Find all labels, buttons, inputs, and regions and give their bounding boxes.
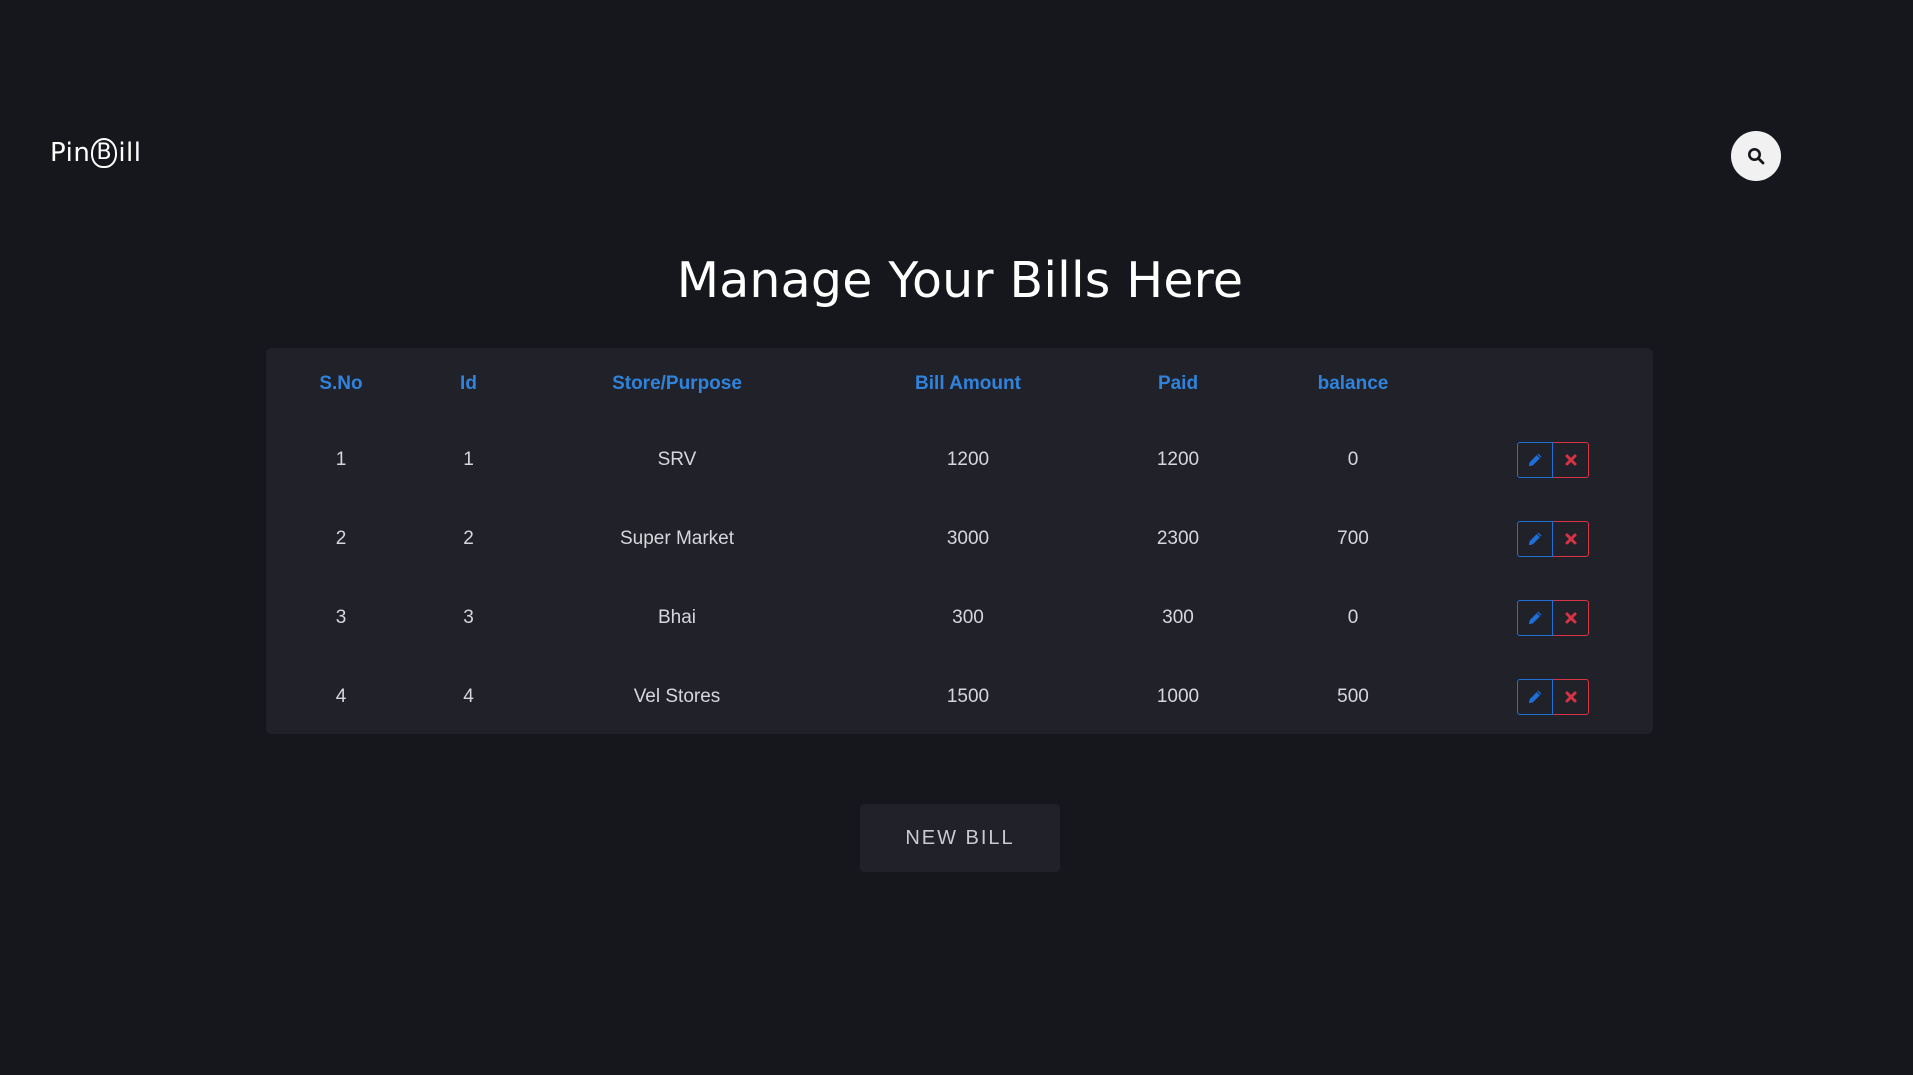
pencil-icon	[1528, 453, 1542, 466]
cell-store: Vel Stores	[633, 685, 721, 707]
close-icon	[1565, 612, 1576, 623]
close-icon	[1565, 533, 1576, 544]
cell-id: 4	[463, 685, 474, 707]
header-paid: Paid	[1157, 373, 1199, 394]
cell-store: SRV	[657, 448, 697, 470]
edit-button[interactable]	[1517, 441, 1553, 478]
delete-button[interactable]	[1553, 520, 1589, 557]
header-store-purpose: Store/Purpose	[612, 373, 742, 394]
header-id: Id	[460, 373, 477, 394]
header-actions	[1453, 348, 1653, 420]
cell-actions	[1453, 420, 1653, 499]
table-header-row: S.No Id Store/Purpose Bill Amount Paid b…	[266, 348, 1653, 420]
table-row: 3 3 Bhai 300 300 0	[266, 578, 1653, 657]
header-sno: S.No	[319, 373, 363, 394]
search-button[interactable]	[1731, 131, 1781, 181]
row-actions	[1517, 599, 1589, 636]
cell-paid: 1000	[1156, 685, 1200, 707]
cell-amount: 300	[952, 606, 984, 628]
row-actions	[1517, 520, 1589, 557]
cell-balance: 0	[1347, 448, 1359, 470]
cell-balance: 500	[1337, 685, 1369, 707]
bills-table-card: S.No Id Store/Purpose Bill Amount Paid b…	[266, 348, 1653, 734]
logo[interactable]: Pin B ill	[50, 138, 141, 168]
cell-amount: 1200	[946, 448, 990, 470]
cell-actions	[1453, 499, 1653, 578]
page: Pin B ill Manage Your Bills Here S.No Id…	[0, 0, 1913, 1075]
search-icon	[1748, 148, 1765, 165]
header-bill-amount: Bill Amount	[915, 373, 1021, 394]
row-actions	[1517, 441, 1589, 478]
cell-sno: 4	[335, 685, 347, 707]
cell-store: Bhai	[657, 606, 697, 628]
cell-id: 3	[463, 606, 474, 628]
edit-button[interactable]	[1517, 599, 1553, 636]
table-row: 1 1 SRV 1200 1200 0	[266, 420, 1653, 499]
pencil-icon	[1528, 611, 1542, 624]
close-icon	[1565, 691, 1576, 702]
close-icon	[1565, 454, 1576, 465]
cell-id: 2	[463, 527, 474, 549]
pencil-icon	[1528, 690, 1542, 703]
cell-paid: 300	[1162, 606, 1194, 628]
pencil-icon	[1528, 532, 1542, 545]
logo-suffix: ill	[118, 138, 142, 168]
header-balance: balance	[1317, 373, 1389, 394]
page-title: Manage Your Bills Here	[676, 252, 1244, 309]
table-row: 4 4 Vel Stores 1500 1000 500	[266, 657, 1653, 736]
cell-id: 1	[463, 448, 474, 470]
bills-table: S.No Id Store/Purpose Bill Amount Paid b…	[266, 348, 1653, 736]
delete-button[interactable]	[1553, 678, 1589, 715]
logo-b-mark: B	[91, 138, 118, 168]
new-bill-button[interactable]: NEW BILL	[860, 804, 1060, 872]
cell-store: Super Market	[619, 527, 735, 549]
cell-balance: 700	[1337, 527, 1369, 549]
cell-paid: 1200	[1156, 448, 1200, 470]
delete-button[interactable]	[1553, 599, 1589, 636]
delete-button[interactable]	[1553, 441, 1589, 478]
logo-prefix: Pin	[50, 138, 91, 168]
cell-amount: 1500	[946, 685, 990, 707]
cell-amount: 3000	[946, 527, 990, 549]
table-row: 2 2 Super Market 3000 2300 700	[266, 499, 1653, 578]
cell-sno: 2	[335, 527, 347, 549]
edit-button[interactable]	[1517, 520, 1553, 557]
cell-sno: 3	[335, 606, 347, 628]
cell-actions	[1453, 657, 1653, 736]
cell-actions	[1453, 578, 1653, 657]
cell-balance: 0	[1347, 606, 1359, 628]
edit-button[interactable]	[1517, 678, 1553, 715]
cell-sno: 1	[335, 448, 347, 470]
row-actions	[1517, 678, 1589, 715]
cell-paid: 2300	[1156, 527, 1200, 549]
